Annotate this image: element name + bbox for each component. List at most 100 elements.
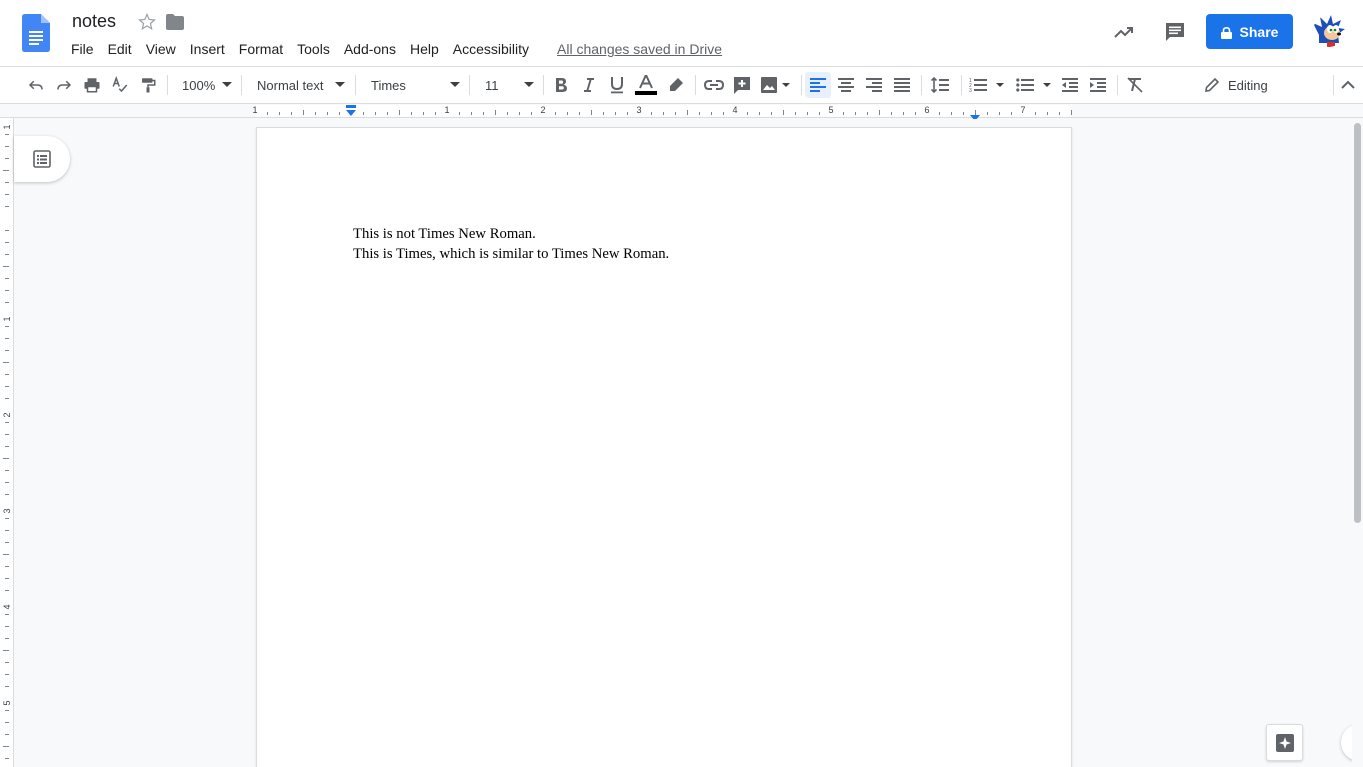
- activity-trend-icon[interactable]: [1112, 20, 1136, 44]
- ruler-tick: [279, 112, 280, 115]
- ruler-tick: [375, 112, 376, 115]
- docs-logo-icon[interactable]: [22, 14, 50, 52]
- ruler-tick: [723, 112, 724, 115]
- ruler-tick: [327, 112, 328, 115]
- comment-icon[interactable]: [1163, 20, 1187, 44]
- zoom-value: 100%: [182, 77, 216, 93]
- header: notes File Edit View Insert Format Tools…: [0, 0, 1363, 66]
- vertical-scrollbar[interactable]: [1352, 119, 1363, 767]
- menu-view[interactable]: View: [139, 38, 183, 60]
- highlight-icon[interactable]: [664, 67, 688, 103]
- menu-add-ons[interactable]: Add-ons: [337, 38, 403, 60]
- share-button[interactable]: Share: [1206, 14, 1293, 49]
- link-icon[interactable]: [702, 67, 726, 103]
- toolbar-separator: [355, 75, 356, 95]
- vertical-ruler-tick: [5, 206, 9, 207]
- paint-format-icon[interactable]: [136, 67, 160, 103]
- add-comment-icon[interactable]: [730, 67, 754, 103]
- menu-format[interactable]: Format: [232, 38, 290, 60]
- undo-icon[interactable]: [24, 67, 48, 103]
- ruler-tick: [435, 112, 436, 115]
- document-body[interactable]: This is not Times New Roman. This is Tim…: [353, 224, 669, 264]
- vertical-ruler-tick: [5, 734, 9, 735]
- vertical-ruler-tick: [5, 386, 9, 387]
- zoom-select[interactable]: 100%: [176, 67, 234, 103]
- bold-icon[interactable]: [549, 67, 573, 103]
- paragraph-style-select[interactable]: Normal text: [250, 67, 346, 103]
- ruler-tick: [1035, 112, 1036, 115]
- align-left-icon[interactable]: [805, 72, 831, 98]
- star-icon[interactable]: [138, 13, 156, 31]
- ruler-tick: [1047, 112, 1048, 115]
- horizontal-ruler[interactable]: 1 1 2 3 4 5 6 7: [0, 104, 1363, 121]
- ruler-tick: [603, 112, 604, 115]
- ruler-tick: [615, 112, 616, 115]
- vertical-ruler-tick: [5, 158, 9, 159]
- image-icon[interactable]: [758, 67, 792, 103]
- folder-icon[interactable]: [166, 14, 184, 30]
- menu-insert[interactable]: Insert: [183, 38, 232, 60]
- ruler-label: 1: [444, 105, 450, 115]
- bulleted-list-icon[interactable]: [1013, 67, 1053, 103]
- underline-icon[interactable]: [605, 67, 629, 103]
- vertical-ruler-tick: [5, 662, 9, 663]
- vertical-ruler-tick: [3, 650, 9, 651]
- italic-icon[interactable]: [577, 67, 601, 103]
- save-status-link[interactable]: All changes saved in Drive: [550, 38, 729, 60]
- toolbar-separator: [543, 75, 544, 95]
- font-size-select[interactable]: 11: [478, 67, 536, 103]
- ruler-tick: [507, 112, 508, 115]
- vertical-ruler-label: 2: [2, 412, 12, 418]
- increase-indent-icon[interactable]: [1086, 67, 1110, 103]
- ruler-tick: [591, 110, 592, 115]
- editing-mode-select[interactable]: Editing: [1198, 67, 1326, 103]
- vertical-ruler[interactable]: 1 1 2 3 4 5: [0, 118, 14, 767]
- ruler-label: 6: [924, 105, 930, 115]
- vertical-ruler-tick: [5, 194, 9, 195]
- vertical-ruler-tick: [3, 458, 9, 459]
- font-size-value: 11: [485, 77, 499, 93]
- document-canvas: This is not Times New Roman. This is Tim…: [14, 119, 1363, 767]
- avatar[interactable]: [1313, 15, 1345, 47]
- vertical-ruler-tick: [5, 446, 9, 447]
- vertical-ruler-tick: [5, 518, 9, 519]
- vertical-ruler-tick: [5, 326, 9, 327]
- align-center-icon[interactable]: [834, 67, 858, 103]
- document-page[interactable]: This is not Times New Roman. This is Tim…: [256, 127, 1072, 767]
- vertical-ruler-tick: [5, 230, 9, 231]
- ruler-tick: [795, 112, 796, 115]
- spellcheck-icon[interactable]: [108, 67, 132, 103]
- line-spacing-icon[interactable]: [928, 67, 952, 103]
- menu-edit[interactable]: Edit: [101, 38, 139, 60]
- print-icon[interactable]: [80, 67, 104, 103]
- menu-tools[interactable]: Tools: [290, 38, 337, 60]
- vertical-ruler-tick: [3, 554, 9, 555]
- align-right-icon[interactable]: [862, 67, 886, 103]
- vertical-ruler-tick: [5, 710, 9, 711]
- ruler-tick: [459, 112, 460, 115]
- menu-help[interactable]: Help: [403, 38, 446, 60]
- font-select[interactable]: Times: [364, 67, 462, 103]
- menu-file[interactable]: File: [64, 38, 101, 60]
- document-outline-button[interactable]: [14, 136, 70, 182]
- ruler-tick: [387, 112, 388, 115]
- vertical-ruler-tick: [5, 758, 9, 759]
- explore-button[interactable]: [1266, 724, 1303, 761]
- paragraph[interactable]: This is Times, which is similar to Times…: [353, 244, 669, 264]
- numbered-list-icon[interactable]: 123: [966, 67, 1006, 103]
- decrease-indent-icon[interactable]: [1058, 67, 1082, 103]
- paragraph[interactable]: This is not Times New Roman.: [353, 224, 669, 244]
- redo-icon[interactable]: [52, 67, 76, 103]
- text-color-icon[interactable]: [634, 67, 658, 103]
- ruler-tick: [819, 112, 820, 115]
- document-title[interactable]: notes: [72, 11, 116, 32]
- scrollbar-thumb[interactable]: [1354, 123, 1361, 523]
- ruler-tick: [483, 112, 484, 115]
- menu-accessibility[interactable]: Accessibility: [446, 38, 536, 60]
- justify-icon[interactable]: [890, 67, 914, 103]
- collapse-icon[interactable]: [1338, 67, 1358, 103]
- vertical-ruler-tick: [5, 290, 9, 291]
- vertical-ruler-tick: [5, 614, 9, 615]
- clear-formatting-icon[interactable]: [1123, 67, 1147, 103]
- vertical-ruler-tick: [5, 578, 9, 579]
